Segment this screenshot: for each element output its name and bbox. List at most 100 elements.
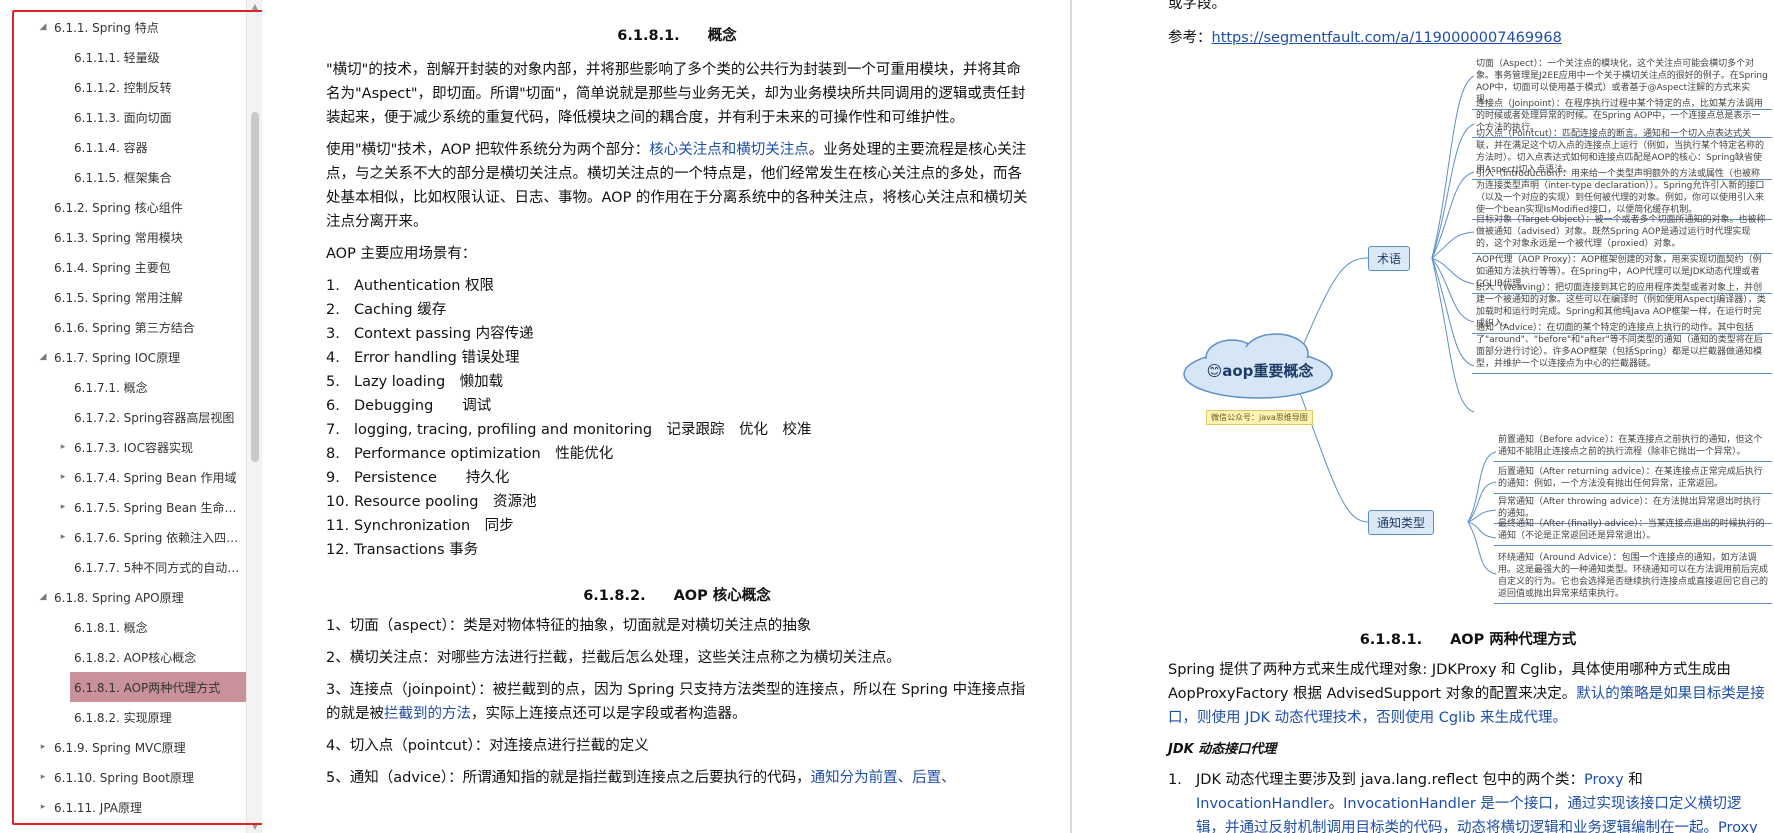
mindmap-advice-node: 前置通知（Before advice）：在某连接点之前执行的通知，但这个通知不能… xyxy=(1494,432,1772,462)
outline-item[interactable]: ▸ 6.1.11. JPA原理 xyxy=(0,792,246,822)
outline-item[interactable]: ◢ 6.1.7. Spring IOC原理 xyxy=(0,342,246,372)
paragraph: Spring 提供了两种方式来生成代理对象: JDKProxy 和 Cglib，… xyxy=(1168,658,1768,730)
mindmap-term-node: 通知（Advice）：在切面的某个特定的连接点上执行的动作。其中包括了"arou… xyxy=(1472,320,1772,374)
outline-item-label: 6.1.7.2. Spring容器高层视图 xyxy=(74,410,235,425)
outline-item[interactable]: 6.1.3. Spring 常用模块 xyxy=(0,222,246,252)
expanded-triangle-icon[interactable]: ◢ xyxy=(38,22,48,32)
list-item: 6. Debugging 调试 xyxy=(326,394,1028,418)
list-text: Lazy loading 懒加载 xyxy=(354,374,504,390)
outline-item-label: 6.1.8.1. AOP两种代理方式 xyxy=(74,680,221,695)
list-number: 4. xyxy=(326,350,340,366)
list-number: 10. xyxy=(326,494,350,510)
section-heading: 6.1.8.1. AOP 两种代理方式 xyxy=(1168,628,1768,652)
highlight-text: 通知分为前置、后置、 xyxy=(810,770,956,786)
mindmap-advice-node: 后置通知（After returning advice）：在某连接点正常完成后执… xyxy=(1494,464,1772,494)
section-heading: 6.1.8.2. AOP 核心概念 xyxy=(326,584,1028,608)
list-item: 4. Error handling 错误处理 xyxy=(326,346,1028,370)
outline-item[interactable]: 6.1.2. Spring 核心组件 xyxy=(0,192,246,222)
outline-item[interactable]: 6.1.8.2. 实现原理 xyxy=(0,702,246,732)
document-page-left: 6.1.8.1. 概念 "横切"的技术，剖解开封装的对象内部，并将那些影响了多个类… xyxy=(262,0,1070,833)
list-number: 7. xyxy=(326,422,340,438)
collapsed-triangle-icon[interactable]: ▸ xyxy=(58,472,68,482)
list-item: 11. Synchronization 同步 xyxy=(326,514,1028,538)
outline-item-label: 6.1.8.2. 实现原理 xyxy=(74,710,172,725)
outline-item-label: 6.1.7.3. IOC容器实现 xyxy=(74,440,193,455)
outline-item[interactable]: 6.1.7.7. 5种不同方式的自动装... xyxy=(0,552,246,582)
reference-link[interactable]: https://segmentfault.com/a/1190000007469… xyxy=(1212,30,1562,46)
list-text: Persistence 持久化 xyxy=(354,470,510,486)
scroll-thumb[interactable] xyxy=(251,112,259,462)
outline-item[interactable]: 6.1.4. Spring 主要包 xyxy=(0,252,246,282)
outline-item[interactable]: 6.1.1.3. 面向切面 xyxy=(0,102,246,132)
outline-item-label: 6.1.1. Spring 特点 xyxy=(54,20,159,35)
outline-item-label: 6.1.1.4. 容器 xyxy=(74,140,148,155)
outline-item-label: 6.1.7.5. Spring Bean 生命周期 xyxy=(74,500,246,515)
outline-item-label: 6.1.11. JPA原理 xyxy=(54,800,143,815)
outline-item[interactable]: 6.1.7.2. Spring容器高层视图 xyxy=(0,402,246,432)
outline-item[interactable]: ◢ 6.1.8. Spring APO原理 xyxy=(0,582,246,612)
list-text: Context passing 内容传递 xyxy=(354,326,534,342)
list-item: 1. JDK 动态代理主要涉及到 java.lang.reflect 包中的两个… xyxy=(1168,768,1768,833)
paragraph: 2、横切关注点：对哪些方法进行拦截，拦截后怎么处理，这些关注点称之为横切关注点。 xyxy=(326,650,901,666)
outline-item-label: 6.1.9. Spring MVC原理 xyxy=(54,740,186,755)
outline-item[interactable]: 6.1.8.2. AOP核心概念 xyxy=(0,642,246,672)
outline-item[interactable]: 6.1.7.1. 概念 xyxy=(0,372,246,402)
collapsed-triangle-icon[interactable]: ▸ xyxy=(58,532,68,542)
outline-item[interactable]: 6.1.5. Spring 常用注解 xyxy=(0,282,246,312)
section-heading: 6.1.8.1. 概念 xyxy=(326,24,1028,48)
section-title: 概念 xyxy=(707,28,737,44)
reference-label: 参考： xyxy=(1168,30,1212,46)
outline-scrollbar[interactable]: ▲ ▼ xyxy=(246,0,262,833)
list-text: Authentication 权限 xyxy=(354,278,495,294)
outline-item[interactable]: ▸ 6.1.10. Spring Boot原理 xyxy=(0,762,246,792)
paragraph: 5、通知（advice）：所谓通知指的就是指拦截到连接点之后要执行的代码，通知分… xyxy=(326,766,1028,790)
outline-item[interactable]: 6.1.1.1. 轻量级 xyxy=(0,42,246,72)
collapsed-triangle-icon[interactable]: ▸ xyxy=(58,502,68,512)
list-number: 8. xyxy=(326,446,340,462)
paragraph: 3、连接点（joinpoint）：被拦截到的点，因为 Spring 只支持方法类… xyxy=(326,678,1028,726)
outline-item-label: 6.1.2. Spring 核心组件 xyxy=(54,200,183,215)
outline-item[interactable]: 6.1.1.2. 控制反转 xyxy=(0,72,246,102)
outline-item[interactable]: ▸ 6.1.9. Spring MVC原理 xyxy=(0,732,246,762)
text: 。 xyxy=(1328,796,1344,812)
outline-item[interactable]: ▸ 6.1.7.4. Spring Bean 作用域 xyxy=(0,462,246,492)
outline-item[interactable]: ◢ 6.1.1. Spring 特点 xyxy=(0,12,246,42)
list-item: 5. Lazy loading 懒加载 xyxy=(326,370,1028,394)
list-item: 3. Context passing 内容传递 xyxy=(326,322,1028,346)
list-number: 5. xyxy=(326,374,340,390)
list-item: 2. Caching 缓存 xyxy=(326,298,1028,322)
outline-item-active[interactable]: ▸6.1.8.1. AOP两种代理方式 xyxy=(70,672,246,702)
list-number: 9. xyxy=(326,470,340,486)
list-item: 1. Authentication 权限 xyxy=(326,274,1028,298)
collapsed-triangle-icon[interactable]: ▸ xyxy=(38,802,48,812)
list-number: 1. xyxy=(326,278,340,294)
outline-item[interactable]: 6.1.6. Spring 第三方结合 xyxy=(0,312,246,342)
expanded-triangle-icon[interactable]: ◢ xyxy=(38,592,48,602)
list-text: Performance optimization 性能优化 xyxy=(354,446,614,462)
paragraph: 使用"横切"技术，AOP 把软件系统分为两个部分：核心关注点和横切关注点。业务处… xyxy=(326,138,1028,234)
list-text: Transactions 事务 xyxy=(354,542,479,558)
scroll-down-arrow-icon[interactable]: ▼ xyxy=(247,822,262,831)
outline-item[interactable]: 6.1.1.5. 框架集合 xyxy=(0,162,246,192)
section-title: AOP 核心概念 xyxy=(673,588,771,604)
mindmap-center-label: 😊aop重要概念 xyxy=(1206,362,1314,380)
text: ，实际上连接点还可以是字段或者构造器。 xyxy=(471,706,747,722)
scroll-up-arrow-icon[interactable]: ▲ xyxy=(247,2,262,11)
collapsed-triangle-icon[interactable]: ▸ xyxy=(58,442,68,452)
list-item: 8. Performance optimization 性能优化 xyxy=(326,442,1028,466)
collapsed-triangle-icon[interactable]: ▸ xyxy=(38,742,48,752)
outline-item[interactable]: ▸ 6.1.7.3. IOC容器实现 xyxy=(0,432,246,462)
collapsed-triangle-icon[interactable]: ▸ xyxy=(38,772,48,782)
outline-item[interactable]: 6.1.8.1. 概念 xyxy=(0,612,246,642)
outline-item-label: 6.1.10. Spring Boot原理 xyxy=(54,770,194,785)
highlight-text: 核心关注点和横切关注点 xyxy=(649,142,809,158)
outline-item-label: 6.1.8. Spring APO原理 xyxy=(54,590,184,605)
outline-item-label: 6.1.7.6. Spring 依赖注入四种... xyxy=(74,530,246,545)
expanded-triangle-icon[interactable]: ◢ xyxy=(38,352,48,362)
list-item: 12. Transactions 事务 xyxy=(326,538,1028,562)
outline-item-label: 6.1.7.1. 概念 xyxy=(74,380,148,395)
paragraph: 1、切面（aspect）：类是对物体特征的抽象，切面就是对横切关注点的抽象 xyxy=(326,618,812,634)
outline-item[interactable]: ▸ 6.1.7.6. Spring 依赖注入四种... xyxy=(0,522,246,552)
outline-item[interactable]: 6.1.1.4. 容器 xyxy=(0,132,246,162)
outline-item[interactable]: ▸ 6.1.7.5. Spring Bean 生命周期 xyxy=(0,492,246,522)
